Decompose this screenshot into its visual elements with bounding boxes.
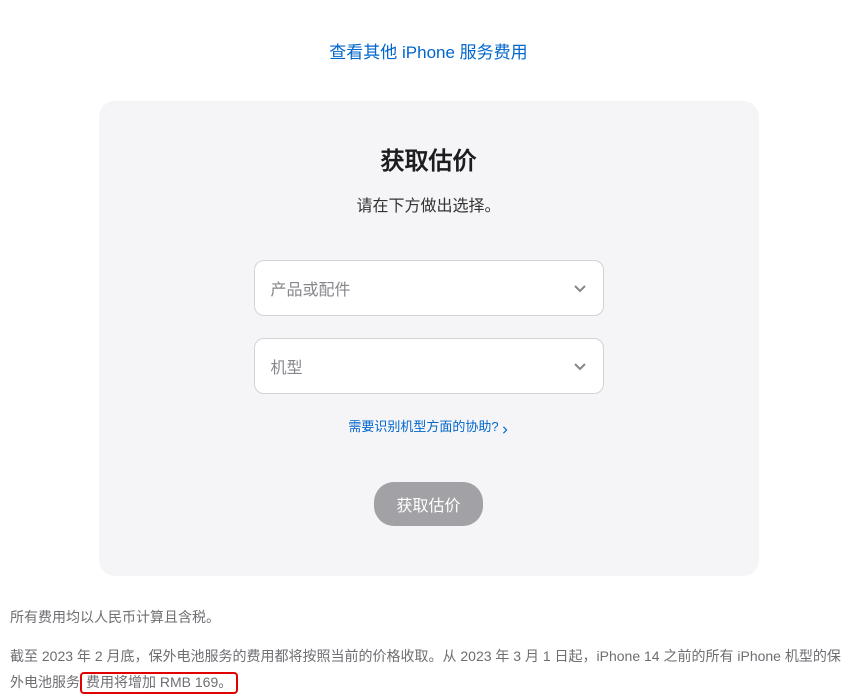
model-select-placeholder: 机型 [271, 354, 303, 378]
price-increase-highlight: 费用将增加 RMB 169。 [80, 672, 238, 694]
estimate-card: 获取估价 请在下方做出选择。 产品或配件 机型 [99, 101, 759, 576]
top-link-container: 查看其他 iPhone 服务费用 [0, 0, 857, 101]
get-estimate-button[interactable]: 获取估价 [374, 482, 482, 526]
submit-container: 获取估价 [139, 482, 719, 526]
model-select-wrapper: 机型 [254, 338, 604, 394]
product-select-wrapper: 产品或配件 [254, 260, 604, 316]
chevron-right-icon [501, 422, 509, 430]
identify-model-help-link[interactable]: 需要识别机型方面的协助? [348, 416, 508, 435]
footer-text: 所有费用均以人民币计算且含税。 截至 2023 年 2 月底，保外电池服务的费用… [0, 576, 857, 696]
chevron-down-icon [573, 281, 587, 295]
product-select[interactable]: 产品或配件 [254, 260, 604, 316]
card-subtitle: 请在下方做出选择。 [139, 192, 719, 216]
footer-disclaimer-currency: 所有费用均以人民币计算且含税。 [10, 604, 847, 631]
product-select-placeholder: 产品或配件 [271, 276, 351, 300]
model-select[interactable]: 机型 [254, 338, 604, 394]
view-other-services-link[interactable]: 查看其他 iPhone 服务费用 [329, 43, 527, 62]
help-link-label: 需要识别机型方面的协助? [348, 416, 498, 435]
footer-disclaimer-pricing: 截至 2023 年 2 月底，保外电池服务的费用都将按照当前的价格收取。从 20… [10, 643, 847, 696]
chevron-down-icon [573, 359, 587, 373]
page-container: 查看其他 iPhone 服务费用 获取估价 请在下方做出选择。 产品或配件 机型 [0, 0, 857, 696]
card-title: 获取估价 [139, 141, 719, 176]
help-link-container: 需要识别机型方面的协助? [139, 416, 719, 436]
